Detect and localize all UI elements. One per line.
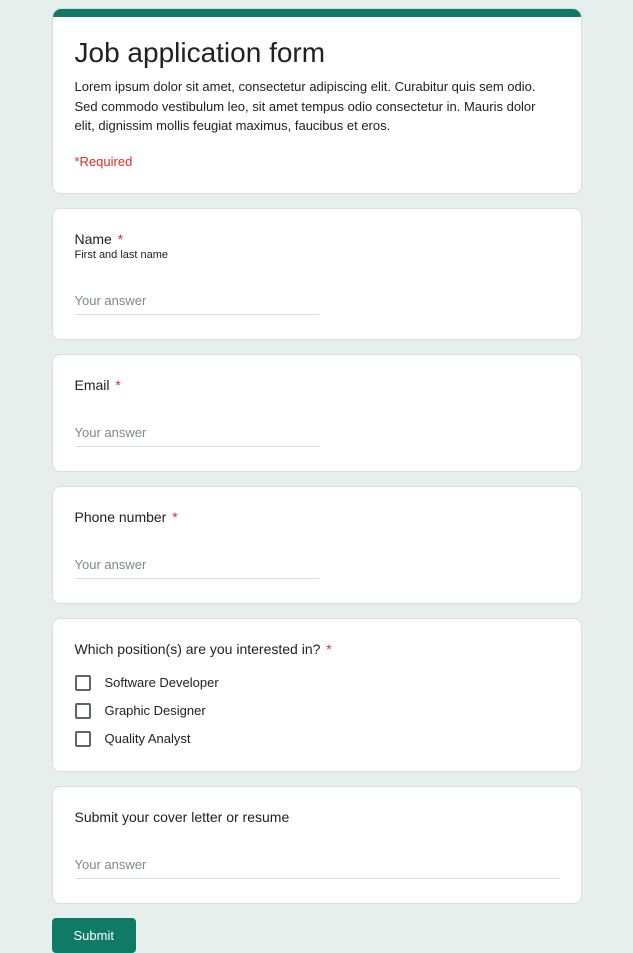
question-phone: Phone number * [52, 486, 582, 604]
checkbox-icon [75, 703, 91, 719]
form-description: Lorem ipsum dolor sit amet, consectetur … [75, 77, 559, 136]
option-label: Graphic Designer [105, 703, 206, 718]
question-label: Name * [75, 231, 559, 247]
email-input[interactable] [75, 421, 319, 447]
submit-button[interactable]: Submit [52, 918, 136, 953]
option-quality-analyst[interactable]: Quality Analyst [75, 731, 559, 747]
option-software-developer[interactable]: Software Developer [75, 675, 559, 691]
cover-letter-input[interactable] [75, 853, 559, 879]
phone-input[interactable] [75, 553, 319, 579]
question-name: Name * First and last name [52, 208, 582, 340]
question-label: Which position(s) are you interested in?… [75, 641, 559, 657]
question-label-text: Phone number [75, 509, 167, 525]
question-label: Phone number * [75, 509, 559, 525]
question-cover-letter: Submit your cover letter or resume [52, 786, 582, 904]
form-title: Job application form [75, 37, 559, 69]
question-label-text: Which position(s) are you interested in? [75, 641, 321, 657]
question-positions: Which position(s) are you interested in?… [52, 618, 582, 772]
question-email: Email * [52, 354, 582, 472]
checkbox-icon [75, 731, 91, 747]
required-star-icon: * [172, 509, 177, 525]
checkbox-icon [75, 675, 91, 691]
required-star-icon: * [115, 377, 120, 393]
question-help-text: First and last name [75, 249, 559, 261]
question-label-text: Email [75, 377, 110, 393]
question-label-text: Name [75, 231, 112, 247]
required-indicator: *Required [75, 154, 559, 169]
question-label: Submit your cover letter or resume [75, 809, 559, 825]
required-star-icon: * [326, 641, 331, 657]
required-star-icon: * [118, 231, 123, 247]
option-label: Quality Analyst [105, 731, 191, 746]
question-label-text: Submit your cover letter or resume [75, 809, 290, 825]
question-label: Email * [75, 377, 559, 393]
form-header: Job application form Lorem ipsum dolor s… [52, 8, 582, 194]
name-input[interactable] [75, 289, 319, 315]
option-graphic-designer[interactable]: Graphic Designer [75, 703, 559, 719]
option-label: Software Developer [105, 675, 219, 690]
